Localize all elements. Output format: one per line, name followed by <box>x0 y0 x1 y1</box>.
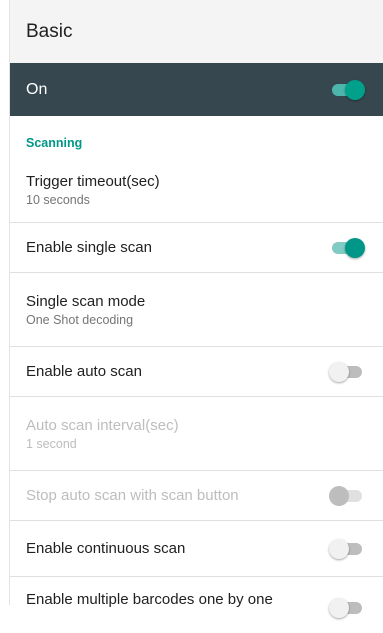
switch-thumb <box>329 361 349 382</box>
item-summary: 10 seconds <box>26 193 90 207</box>
stop-auto-scan-toggle-switch <box>329 485 365 506</box>
item-title: Single scan mode <box>26 292 146 310</box>
item-summary: One Shot decoding <box>26 312 134 327</box>
switch-thumb <box>329 598 349 618</box>
master-switch-bar[interactable]: On <box>10 63 383 116</box>
item-title: Auto scan interval(sec) <box>26 416 179 434</box>
item-title: Trigger timeout(sec) <box>26 173 160 190</box>
item-title: Stop auto scan with scan button <box>26 487 239 504</box>
enable-continuous-scan-item[interactable]: Enable continuous scan <box>10 521 383 577</box>
single-scan-toggle-switch[interactable] <box>329 237 365 258</box>
app-bar: Basic <box>10 0 383 63</box>
continuous-scan-toggle-switch[interactable] <box>329 538 365 559</box>
enable-multiple-barcodes-item[interactable]: Enable multiple barcodes one by one <box>10 577 383 633</box>
item-title: Enable single scan <box>26 239 152 256</box>
enable-single-scan-item[interactable]: Enable single scan <box>10 223 383 273</box>
master-switch-label: On <box>26 80 48 98</box>
switch-thumb <box>329 485 349 506</box>
stop-auto-scan-item: Stop auto scan with scan button <box>10 471 383 521</box>
master-toggle-switch[interactable] <box>329 79 365 100</box>
auto-scan-interval-item: Auto scan interval(sec) 1 second <box>10 397 383 471</box>
item-title: Enable continuous scan <box>26 540 186 557</box>
multiple-barcodes-toggle-switch[interactable] <box>329 598 365 618</box>
switch-thumb <box>345 79 365 100</box>
switch-thumb <box>329 538 349 559</box>
switch-thumb <box>345 237 365 258</box>
section-header-scanning: Scanning <box>26 136 83 150</box>
item-summary: 1 second <box>26 436 77 451</box>
page-title: Basic <box>26 20 73 42</box>
single-scan-mode-item[interactable]: Single scan mode One Shot decoding <box>10 273 383 347</box>
item-title: Enable multiple barcodes one by one <box>26 591 273 608</box>
item-title: Enable auto scan <box>26 363 142 380</box>
enable-auto-scan-item[interactable]: Enable auto scan <box>10 347 383 397</box>
auto-scan-toggle-switch[interactable] <box>329 361 365 382</box>
trigger-timeout-item[interactable]: Trigger timeout(sec) 10 seconds <box>10 158 383 223</box>
